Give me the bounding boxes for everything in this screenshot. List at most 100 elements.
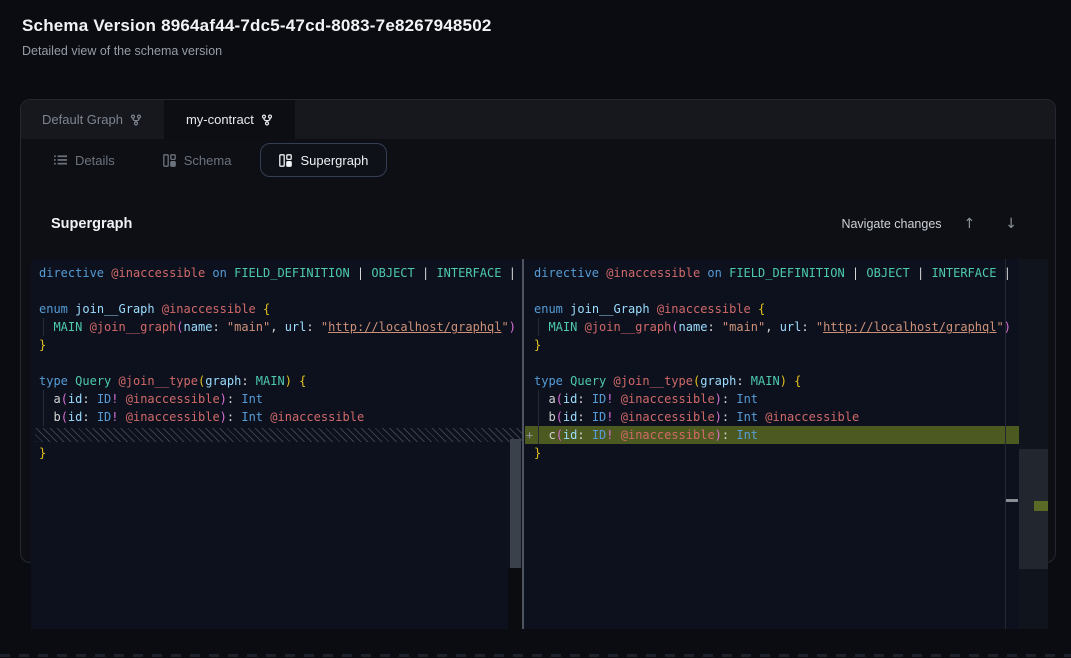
subtab-label: Schema	[184, 153, 232, 168]
minimap-line-mark	[1006, 499, 1018, 502]
code-token: :	[722, 392, 736, 406]
code-token: enum	[534, 302, 563, 316]
code-token: (	[671, 320, 678, 334]
tab-my-contract[interactable]: my-contract	[164, 100, 295, 139]
code-token: |	[415, 266, 437, 280]
next-change-button[interactable]: ↓	[997, 214, 1025, 234]
code-token: enum	[39, 302, 68, 316]
code-token: :	[241, 374, 255, 388]
code-token: @inaccessible	[765, 410, 859, 424]
diff-pane-original[interactable]: directive @inaccessible on FIELD_DEFINIT…	[31, 259, 522, 629]
code-token: }	[39, 338, 46, 352]
code-line	[31, 354, 522, 372]
code-token: :	[227, 392, 241, 406]
code-token: :	[722, 428, 736, 442]
code-token: )	[509, 320, 516, 334]
code-token: @inaccessible	[657, 302, 751, 316]
code-line: }	[525, 444, 1048, 462]
list-icon	[54, 154, 67, 166]
subtab-details[interactable]: Details	[35, 143, 134, 177]
code-token: @inaccessible	[111, 266, 205, 280]
tab-default-graph[interactable]: Default Graph	[21, 100, 164, 139]
code-token: FIELD_DEFINITION	[729, 266, 845, 280]
code-token: ,	[270, 320, 284, 334]
code-token: graph	[700, 374, 736, 388]
previous-change-button[interactable]: ↑	[956, 214, 984, 234]
code-token	[650, 302, 657, 316]
code-token: directive	[39, 266, 104, 280]
left-scrollbar-track	[508, 568, 522, 629]
code-token: Query	[75, 374, 111, 388]
code-token: @inaccessible	[126, 410, 220, 424]
code-token: type	[39, 374, 68, 388]
code-token	[534, 392, 548, 406]
code-line: type Query @join__type(graph: MAIN) {	[525, 372, 1048, 390]
code-token: @inaccessible	[270, 410, 364, 424]
code-line: b(id: ID! @inaccessible): Int @inaccessi…	[31, 408, 522, 426]
code-token: :	[736, 374, 750, 388]
code-token: (	[556, 428, 563, 442]
schema-version-card: Default Graph my-contract Details Schema Su…	[20, 99, 1056, 563]
code-token: on	[212, 266, 226, 280]
code-token: !	[606, 410, 613, 424]
diff-pane-divider[interactable]	[522, 259, 524, 629]
code-token: !	[111, 410, 118, 424]
left-scrollbar-thumb[interactable]	[510, 439, 521, 568]
code-token	[606, 374, 613, 388]
diff-pane-modified[interactable]: directive @inaccessible on FIELD_DEFINIT…	[525, 259, 1048, 629]
code-token: ID	[592, 410, 606, 424]
code-token: type	[534, 374, 563, 388]
code-line: type Query @join__type(graph: MAIN) {	[31, 372, 522, 390]
code-token: !	[606, 392, 613, 406]
code-token: @inaccessible	[126, 392, 220, 406]
code-token: @inaccessible	[162, 302, 256, 316]
code-token	[39, 392, 53, 406]
code-token: graph	[205, 374, 241, 388]
minimap[interactable]	[1019, 259, 1048, 629]
code-token: |	[350, 266, 372, 280]
code-line	[525, 282, 1048, 300]
code-token	[82, 320, 89, 334]
code-token: id	[563, 428, 577, 442]
code-token: :	[722, 410, 736, 424]
panel-title: Supergraph	[51, 216, 132, 232]
code-token: !	[606, 428, 613, 442]
code-token: :	[577, 410, 591, 424]
code-token: (	[61, 392, 68, 406]
tab-label: my-contract	[186, 112, 254, 127]
supergraph-panel-header: Supergraph Navigate changes ↑ ↓	[51, 206, 1025, 242]
code-token: :	[707, 320, 721, 334]
code-token	[614, 392, 621, 406]
added-code-line: + c(id: ID! @inaccessible): Int	[525, 426, 1019, 444]
diff-hatch-fill	[35, 428, 522, 442]
code-token: (	[556, 410, 563, 424]
code-token: b	[53, 410, 60, 424]
code-line: }	[31, 336, 522, 354]
code-token: id	[563, 392, 577, 406]
code-token: "main"	[227, 320, 270, 334]
code-token: @inaccessible	[621, 428, 715, 442]
subtab-supergraph[interactable]: Supergraph	[260, 143, 387, 177]
code-line: enum join__Graph @inaccessible {	[525, 300, 1048, 318]
code-token: "	[321, 320, 328, 334]
code-token: "	[501, 320, 508, 334]
subtab-label: Supergraph	[300, 153, 368, 168]
code-token: }	[534, 338, 541, 352]
code-token: @join__type	[614, 374, 693, 388]
code-token: }	[39, 446, 46, 460]
code-token: join__Graph	[75, 302, 154, 316]
code-token: @join__graph	[90, 320, 177, 334]
fork-icon	[130, 114, 142, 126]
code-token: "main"	[722, 320, 765, 334]
code-token: !	[111, 392, 118, 406]
code-line: }	[525, 336, 1048, 354]
code-token: ID	[97, 392, 111, 406]
schema-diff-editor[interactable]: directive @inaccessible on FIELD_DEFINIT…	[31, 259, 1048, 629]
code-token: {	[299, 374, 306, 388]
subtab-schema[interactable]: Schema	[144, 143, 251, 177]
code-token: {	[758, 302, 765, 316]
added-line-plus-marker: +	[525, 426, 534, 444]
code-token: {	[263, 302, 270, 316]
code-token: MAIN	[548, 320, 577, 334]
code-token	[119, 392, 126, 406]
